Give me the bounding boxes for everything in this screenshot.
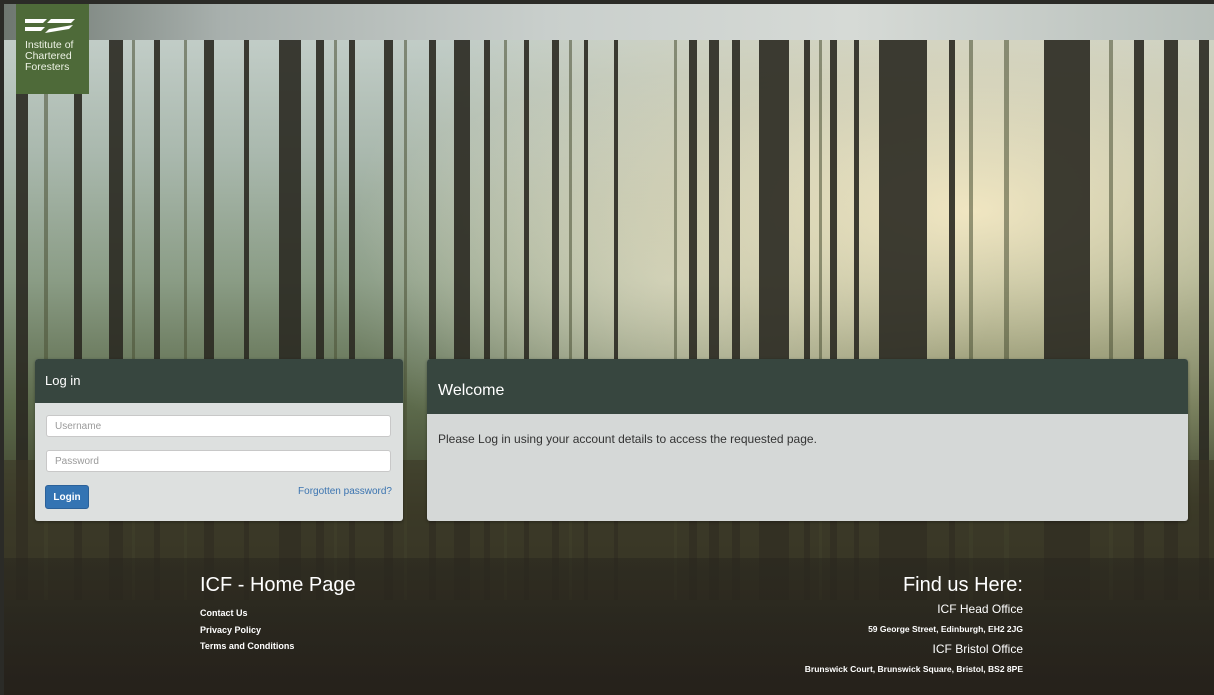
header-band	[4, 4, 1214, 40]
find-us-heading: Find us Here:	[902, 574, 1023, 596]
bristol-office-address: Brunswick Court, Brunswick Square, Brist…	[804, 664, 1023, 674]
login-panel-title: Log in	[35, 359, 403, 403]
bristol-office-label: ICF Bristol Office	[932, 642, 1023, 656]
contact-us-link[interactable]: Contact Us	[200, 605, 356, 622]
login-panel: Log in Login Forgotten password?	[35, 359, 403, 521]
head-office-address: 59 George Street, Edinburgh, EH2 2JG	[868, 624, 1023, 634]
logo-text-line-3: Foresters	[25, 61, 70, 73]
password-input[interactable]	[46, 450, 391, 472]
icf-logo[interactable]: Institute of Chartered Foresters	[16, 4, 89, 94]
footer: ICF - Home Page Contact Us Privacy Polic…	[4, 558, 1214, 695]
privacy-policy-link[interactable]: Privacy Policy	[200, 622, 356, 639]
page: Institute of Chartered Foresters Log in …	[0, 0, 1214, 695]
welcome-panel: Welcome Please Log in using your account…	[427, 359, 1188, 521]
footer-contact: Find us Here: ICF Head Office 59 George …	[805, 574, 1023, 681]
username-input[interactable]	[46, 415, 391, 437]
terms-and-conditions-link[interactable]: Terms and Conditions	[200, 638, 356, 655]
logo-mark-icon	[25, 19, 75, 33]
home-page-heading[interactable]: ICF - Home Page	[200, 574, 356, 597]
welcome-message: Please Log in using your account details…	[438, 432, 817, 446]
head-office-label: ICF Head Office	[937, 602, 1023, 616]
footer-left: ICF - Home Page Contact Us Privacy Polic…	[200, 574, 356, 655]
welcome-panel-title: Welcome	[427, 359, 1188, 414]
login-button[interactable]: Login	[45, 485, 89, 509]
forgotten-password-link[interactable]: Forgotten password?	[298, 486, 392, 497]
